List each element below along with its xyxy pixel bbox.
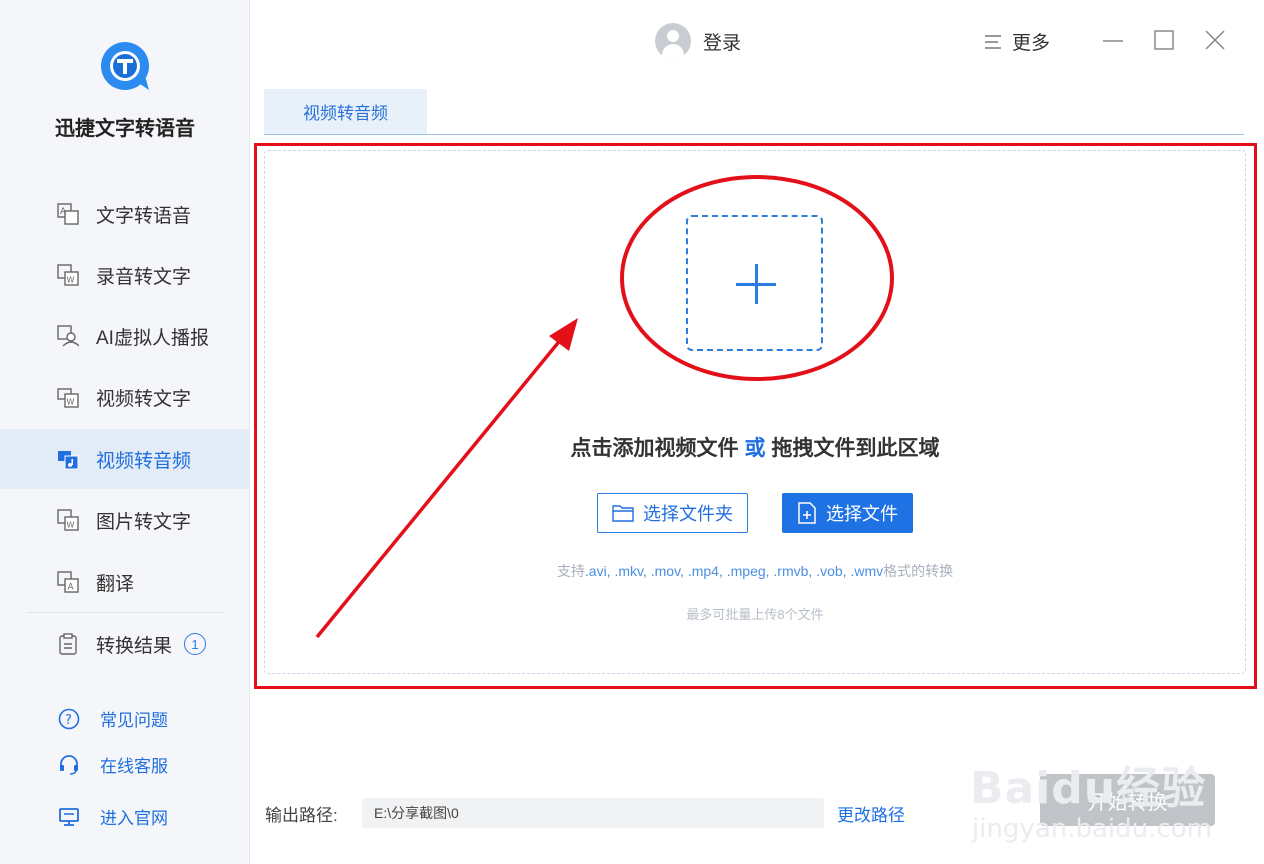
svg-text:W: W <box>67 398 75 407</box>
question-icon: ? <box>58 708 80 730</box>
drop-zone-title: 点击添加视频文件或拖拽文件到此区域 <box>264 432 1246 462</box>
sidebar-item-translate[interactable]: A 翻译 <box>0 552 250 612</box>
output-path-field[interactable]: E:\分享截图\0 <box>362 798 824 828</box>
svg-text:W: W <box>67 521 75 530</box>
add-file-icon <box>798 502 816 524</box>
sidebar-item-label: AI虚拟人播报 <box>96 327 209 349</box>
help-support-link[interactable]: 在线客服 <box>58 752 168 777</box>
help-faq-label: 常见问题 <box>100 711 168 730</box>
drop-title-or: 或 <box>744 437 766 460</box>
sidebar-item-label: 录音转文字 <box>96 266 192 288</box>
upload-limit-text: 最多可批量上传8个文件 <box>686 607 824 622</box>
ai-avatar-icon <box>56 324 80 348</box>
app-name: 迅捷文字转语音 <box>55 118 195 140</box>
minimize-icon[interactable] <box>1101 28 1125 52</box>
sidebar-item-video-to-audio[interactable]: 视频转音频 <box>0 429 250 489</box>
drop-title-part1: 点击添加视频文件 <box>570 437 739 460</box>
monitor-icon <box>58 806 80 828</box>
more-menu-button[interactable]: 更多 <box>984 28 1050 55</box>
help-website-link[interactable]: 进入官网 <box>58 804 168 829</box>
sidebar-item-video-to-text[interactable]: W 视频转文字 <box>0 367 250 427</box>
app-logo-icon <box>101 42 149 90</box>
audio-to-text-icon: W <box>56 263 80 287</box>
sidebar-item-label: 视频转音频 <box>96 450 192 472</box>
sidebar: 迅捷文字转语音 A 文字转语音 W 录音转文字 AI虚拟人播报 W 视频转文字 <box>0 0 250 864</box>
sidebar-item-label: 翻译 <box>96 573 135 595</box>
sidebar-item-ai-avatar[interactable]: AI虚拟人播报 <box>0 306 250 366</box>
menu-icon <box>985 34 1001 49</box>
formats-list: .avi, .mkv, .mov, .mp4, .mpeg, .rmvb, .v… <box>584 563 884 579</box>
app-window: 迅捷文字转语音 A 文字转语音 W 录音转文字 AI虚拟人播报 W 视频转文字 <box>0 0 1264 864</box>
translate-icon: A <box>56 570 80 594</box>
drop-title-part2: 拖拽文件到此区域 <box>771 437 940 460</box>
sidebar-item-label: 图片转文字 <box>96 511 192 533</box>
select-folder-label: 选择文件夹 <box>643 504 733 524</box>
help-support-label: 在线客服 <box>100 757 168 776</box>
watermark-line2: jingyan.baidu.com <box>972 814 1212 844</box>
headset-icon <box>58 754 80 776</box>
change-path-link[interactable]: 更改路径 <box>837 801 905 826</box>
tab-video-to-audio[interactable]: 视频转音频 <box>264 89 427 134</box>
select-file-label: 选择文件 <box>826 504 898 524</box>
add-file-button[interactable] <box>686 215 823 351</box>
output-path-label: 输出路径: <box>265 806 338 825</box>
supported-formats-text: 支持.avi, .mkv, .mov, .mp4, .mpeg, .rmvb, … <box>556 563 954 579</box>
more-label: 更多 <box>1012 33 1051 54</box>
sidebar-item-image-to-text[interactable]: W 图片转文字 <box>0 490 250 550</box>
select-folder-button[interactable]: 选择文件夹 <box>597 493 748 533</box>
sidebar-divider <box>26 612 224 613</box>
close-icon[interactable] <box>1203 28 1227 52</box>
svg-text:W: W <box>67 276 75 285</box>
sidebar-item-text-to-speech[interactable]: A 文字转语音 <box>0 184 250 244</box>
help-faq-link[interactable]: ? 常见问题 <box>58 706 168 731</box>
sidebar-item-results[interactable]: 转换结果 1 <box>0 614 250 674</box>
image-to-text-icon: W <box>56 508 80 532</box>
baidu-watermark: 开始转换 Baidu经验 jingyan.baidu.com <box>970 752 1260 862</box>
select-file-button[interactable]: 选择文件 <box>782 493 913 533</box>
login-label: 登录 <box>703 32 742 54</box>
login-button[interactable]: 登录 <box>655 23 741 59</box>
sidebar-item-label: 视频转文字 <box>96 388 192 410</box>
video-to-audio-icon <box>56 447 80 471</box>
avatar <box>655 23 691 59</box>
sidebar-item-label: 文字转语音 <box>96 205 192 227</box>
video-to-text-icon: W <box>56 385 80 409</box>
sidebar-item-audio-to-text[interactable]: W 录音转文字 <box>0 245 250 305</box>
results-count-badge: 1 <box>184 633 207 655</box>
tab-underline <box>264 134 1244 135</box>
svg-text:?: ? <box>65 713 72 728</box>
sidebar-item-label: 转换结果 <box>96 635 173 657</box>
text-to-speech-icon: A <box>56 202 80 226</box>
svg-text:A: A <box>60 207 67 217</box>
help-website-label: 进入官网 <box>100 809 168 828</box>
maximize-icon[interactable] <box>1152 28 1176 52</box>
watermark-line1: Baidu经验 <box>970 763 1207 814</box>
folder-icon <box>612 505 634 522</box>
clipboard-icon <box>56 632 80 656</box>
svg-text:A: A <box>68 583 75 593</box>
